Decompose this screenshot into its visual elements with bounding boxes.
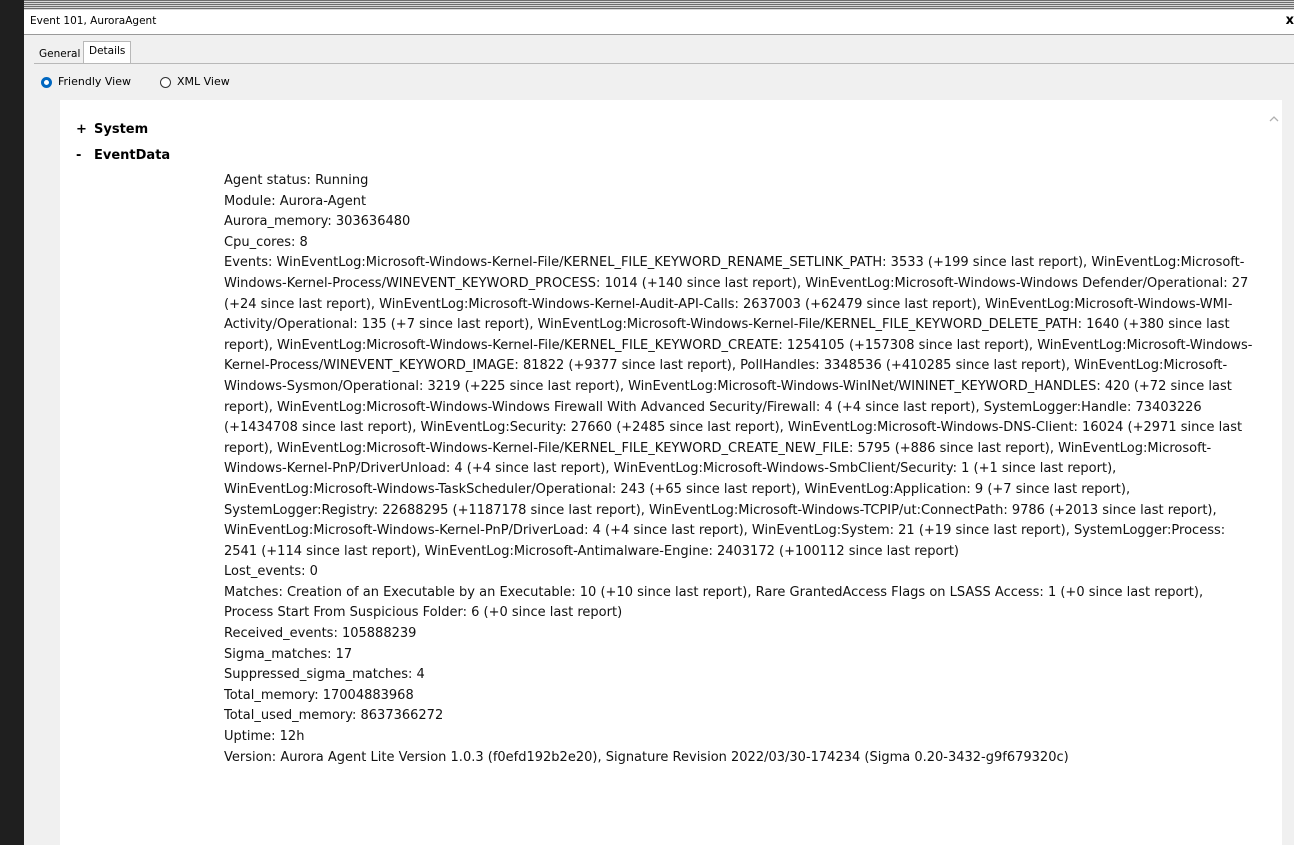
event-properties-window: Event 101, AuroraAgent x General Details… xyxy=(24,10,1294,845)
event-data-events: Events: WinEventLog:Microsoft-Windows-Ke… xyxy=(224,255,1253,559)
xml-view-label: XML View xyxy=(177,75,230,88)
friendly-view-label: Friendly View xyxy=(58,75,131,88)
event-data-aurora-memory: Aurora_memory: 303636480 xyxy=(224,214,411,230)
tree-node-eventdata[interactable]: - EventData xyxy=(76,148,170,163)
tree-node-system[interactable]: + System xyxy=(76,122,148,137)
event-data-uptime: Uptime: 12h xyxy=(224,729,305,745)
collapse-toggle[interactable]: - xyxy=(76,148,94,163)
event-data-total-used-memory: Total_used_memory: 8637366272 xyxy=(224,708,444,724)
expand-toggle[interactable]: + xyxy=(76,122,94,137)
window-title: Event 101, AuroraAgent xyxy=(30,15,157,27)
event-data-received-events: Received_events: 105888239 xyxy=(224,626,417,642)
desktop-edge xyxy=(0,0,24,845)
tree-node-label: EventData xyxy=(94,148,171,163)
event-data-cpu-cores: Cpu_cores: 8 xyxy=(224,234,308,250)
event-data-sigma-matches: Sigma_matches: 17 xyxy=(224,646,353,662)
chevron-up-icon[interactable] xyxy=(1268,114,1280,124)
friendly-view-radio[interactable] xyxy=(41,77,52,88)
vertical-scrollbar[interactable] xyxy=(1266,100,1282,845)
tab-general[interactable]: General xyxy=(34,44,85,64)
xml-view-radio[interactable] xyxy=(160,77,171,88)
friendly-view-content: + System - EventData Agent status: Running… xyxy=(60,100,1266,845)
event-data-agent-status: Agent status: Running xyxy=(224,173,369,188)
event-data-version: Version: Aurora Agent Lite Version 1.0.3… xyxy=(224,749,1069,765)
event-data-matches: Matches: Creation of an Executable by an… xyxy=(224,584,1204,621)
window-frame-edge xyxy=(24,0,1294,10)
details-pane: Friendly View XML View + System - EventDat… xyxy=(34,64,1294,845)
event-data-lost-events: Lost_events: 0 xyxy=(224,564,318,580)
event-data-total-memory: Total_memory: 17004883968 xyxy=(224,687,414,703)
title-bar[interactable]: Event 101, AuroraAgent x xyxy=(24,10,1294,35)
event-data-module: Module: Aurora-Agent xyxy=(224,193,367,209)
close-icon[interactable]: x xyxy=(1286,13,1294,28)
event-data-list: Agent status: Running Module: Aurora-Age… xyxy=(224,171,1254,768)
event-data-suppressed-sigma-matches: Suppressed_sigma_matches: 4 xyxy=(224,667,425,683)
tab-details[interactable]: Details xyxy=(83,41,132,64)
tree-node-label: System xyxy=(94,122,149,137)
